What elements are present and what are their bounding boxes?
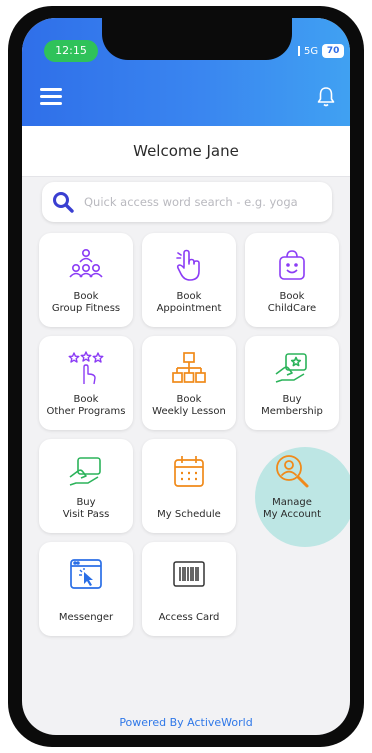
messenger-tile[interactable]: Messenger	[39, 542, 133, 636]
hand-pointer-icon	[176, 249, 200, 281]
phone-frame: 12:15 5G 70 Welcome Jane Quick access wo…	[8, 6, 364, 747]
stars-hand-icon	[68, 351, 104, 385]
tile-label: Book Other Programs	[46, 394, 126, 417]
status-time: 12:15	[44, 40, 98, 62]
manage-my-account-tile[interactable]: Manage My Account	[245, 439, 339, 533]
tile-label: Messenger	[58, 612, 114, 623]
book-childcare-tile[interactable]: Book ChildCare	[245, 233, 339, 327]
messenger-icon	[70, 559, 102, 589]
book-weekly-lesson-tile[interactable]: Book Weekly Lesson	[142, 336, 236, 430]
tile-label: Book Group Fitness	[51, 291, 121, 314]
membership-card-icon	[275, 353, 307, 383]
network-label: 5G	[304, 45, 319, 57]
tile-label: My Schedule	[157, 509, 221, 520]
tile-label: Access Card	[158, 612, 220, 623]
calendar-icon	[174, 456, 204, 487]
book-appointment-tile[interactable]: Book Appointment	[142, 233, 236, 327]
book-group-fitness-tile[interactable]: Book Group Fitness	[39, 233, 133, 327]
tile-label: Book Weekly Lesson	[152, 394, 226, 417]
status-indicators: 5G 70	[298, 42, 345, 60]
org-chart-icon	[172, 352, 206, 383]
account-search-icon	[276, 455, 309, 488]
bell-icon[interactable]	[316, 86, 336, 108]
barcode-icon	[173, 561, 205, 587]
welcome-title: Welcome Jane	[133, 142, 239, 160]
childcare-bag-icon	[279, 250, 305, 280]
powered-by-footer[interactable]: Powered By ActiveWorld	[22, 716, 350, 729]
visit-pass-icon	[69, 457, 101, 486]
battery-icon: 70	[322, 44, 345, 58]
signal-bars-icon	[298, 46, 300, 56]
device-notch	[102, 18, 292, 60]
my-schedule-tile[interactable]: My Schedule	[142, 439, 236, 533]
tile-label: Manage My Account	[262, 497, 322, 520]
book-other-programs-tile[interactable]: Book Other Programs	[39, 336, 133, 430]
tile-label: Book ChildCare	[267, 291, 317, 314]
buy-visit-pass-tile[interactable]: Buy Visit Pass	[39, 439, 133, 533]
tile-label: Buy Visit Pass	[62, 497, 110, 520]
buy-membership-tile[interactable]: Buy Membership	[245, 336, 339, 430]
app-screen: 12:15 5G 70 Welcome Jane Quick access wo…	[22, 18, 350, 735]
tile-label: Book Appointment	[156, 291, 222, 314]
search-icon	[53, 192, 74, 213]
tile-label: Buy Membership	[261, 394, 323, 417]
hamburger-menu-icon[interactable]	[40, 88, 62, 106]
search-bar[interactable]	[42, 182, 332, 222]
search-input[interactable]	[82, 194, 326, 210]
group-fitness-icon	[69, 248, 103, 278]
access-card-tile[interactable]: Access Card	[142, 542, 236, 636]
